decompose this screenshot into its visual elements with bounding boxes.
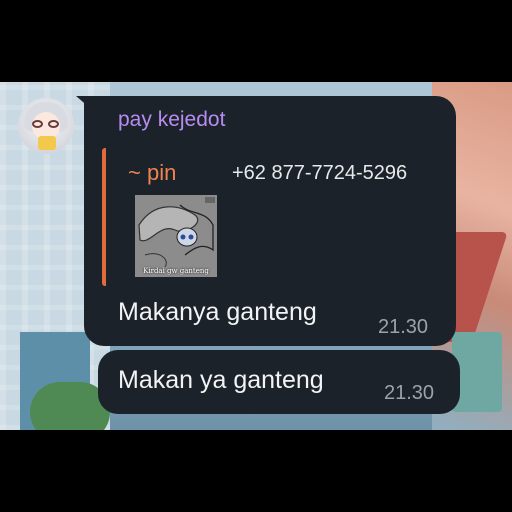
avatar-glasses-icon <box>32 120 60 128</box>
reply-sender-phone: +62 877-7724-5296 <box>232 162 408 184</box>
thumbnail-caption: Kirdai gw ganteng <box>143 267 209 275</box>
thumbnail-sketch-icon <box>135 195 217 277</box>
sender-name[interactable]: pay kejedot <box>118 108 225 132</box>
message-timestamp: 21.30 <box>384 382 435 404</box>
message-text: Makanya ganteng <box>118 298 317 326</box>
sender-avatar[interactable] <box>18 98 74 154</box>
reply-image-thumbnail[interactable]: Kirdai gw ganteng <box>135 195 217 277</box>
avatar-bread-icon <box>38 136 56 150</box>
message-text: Makan ya ganteng <box>118 366 324 394</box>
reply-sender-name: ~ pin <box>128 160 177 185</box>
message-timestamp: 21.30 <box>378 316 429 338</box>
